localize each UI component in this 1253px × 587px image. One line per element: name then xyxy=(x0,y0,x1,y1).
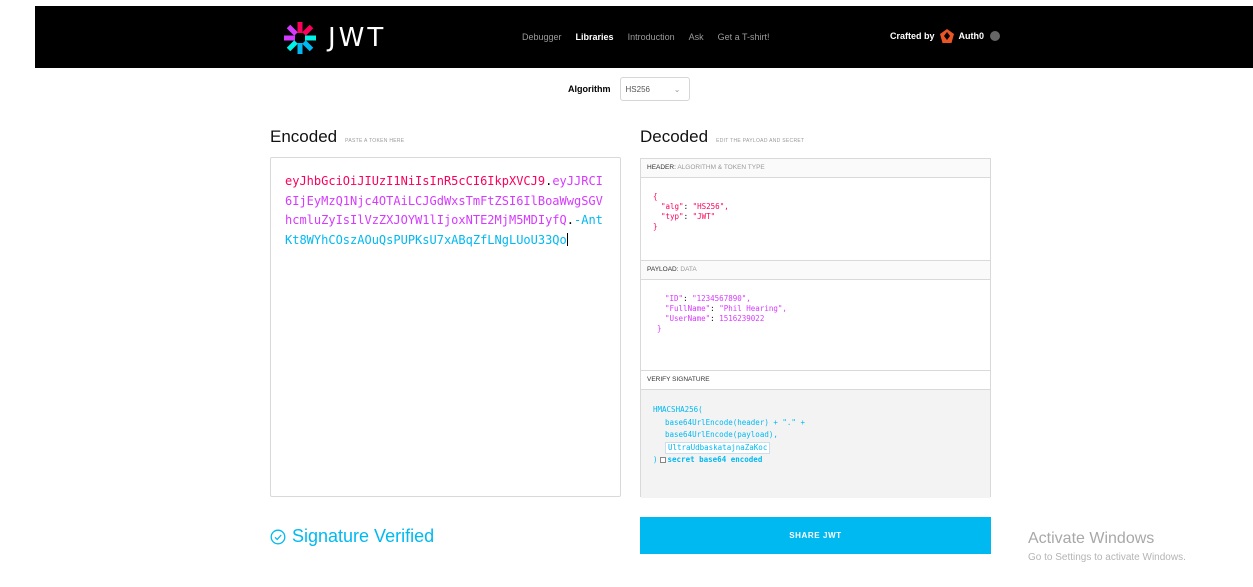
signature-status: Signature Verified xyxy=(270,526,434,547)
share-jwt-button[interactable]: SHARE JWT xyxy=(640,517,991,554)
nav-item-get-a-tshirt[interactable]: Get a T-shirt! xyxy=(718,32,770,42)
json-key: "ID" xyxy=(665,294,684,303)
encoded-section-title: Encoded PASTE A TOKEN HERE xyxy=(270,127,404,147)
json-open-brace: { xyxy=(653,192,658,201)
decoded-title: Decoded xyxy=(640,127,709,146)
encoded-subtitle: PASTE A TOKEN HERE xyxy=(345,138,405,144)
check-circle-icon xyxy=(270,529,286,544)
verify-panel-title: VERIFY SIGNATURE xyxy=(641,371,990,390)
auth0-logo-icon xyxy=(939,29,954,43)
decoded-subtitle: EDIT THE PAYLOAD AND SECRET xyxy=(716,138,805,144)
json-key: "FullName" xyxy=(665,304,711,313)
chevron-down-icon: ⌄ xyxy=(673,84,681,94)
info-icon[interactable] xyxy=(990,31,1001,41)
payload-panel-sublabel: DATA xyxy=(680,266,697,273)
json-key: "UserName" xyxy=(665,314,711,323)
decoded-panel: HEADER: ALGORITHM & TOKEN TYPE { "alg": … xyxy=(640,158,991,498)
nav-item-libraries[interactable]: Libraries xyxy=(576,32,614,42)
verify-line-payload: base64UrlEncode(payload), xyxy=(665,430,778,439)
verify-close-paren: ) xyxy=(653,455,658,464)
payload-panel-label: PAYLOAD: xyxy=(647,266,679,273)
encoded-title: Encoded xyxy=(270,127,338,146)
nav-item-ask[interactable]: Ask xyxy=(689,32,704,42)
json-close-brace: } xyxy=(657,324,662,333)
algorithm-label: Algorithm xyxy=(568,84,611,94)
decoded-section-title: Decoded EDIT THE PAYLOAD AND SECRET xyxy=(640,127,804,147)
secret-base64-checkbox[interactable] xyxy=(659,457,666,463)
nav-item-debugger[interactable]: Debugger xyxy=(522,32,562,42)
json-key: "alg" xyxy=(661,202,684,211)
windows-activation-watermark: Activate Windows Go to Settings to activ… xyxy=(1028,530,1186,563)
watermark-subtitle: Go to Settings to activate Windows. xyxy=(1028,552,1186,563)
header-panel-sublabel: ALGORITHM & TOKEN TYPE xyxy=(677,164,765,171)
json-value: "JWT" xyxy=(692,212,716,221)
crafted-by[interactable]: Crafted by Auth0 xyxy=(890,28,1001,44)
text-cursor xyxy=(566,232,568,246)
algorithm-selected-value: HS256 xyxy=(625,84,650,94)
json-value: "Phil Hearing", xyxy=(719,304,787,313)
verify-line-hmac: HMACSHA256( xyxy=(653,405,703,414)
json-value: "HS256", xyxy=(692,202,729,211)
token-dot: . xyxy=(566,213,574,227)
main-nav: Debugger Libraries Introduction Ask Get … xyxy=(522,32,783,42)
top-navigation-bar: JWT Debugger Libraries Introduction Ask … xyxy=(35,6,1253,68)
encoded-token-input[interactable]: eyJhbGciOiJIUzI1NiIsInR5cCI6IkpXVCJ9.eyJ… xyxy=(270,157,621,497)
token-header-part: eyJhbGciOiJIUzI1NiIsInR5cCI6IkpXVCJ9 xyxy=(285,174,546,188)
json-key: "typ" xyxy=(661,212,684,221)
verify-panel-label: VERIFY SIGNATURE xyxy=(647,376,710,383)
watermark-title: Activate Windows xyxy=(1028,530,1155,547)
header-panel-label: HEADER: xyxy=(647,164,676,171)
json-value: "1234567890", xyxy=(692,294,751,303)
brand-name: JWT xyxy=(328,23,387,53)
secret-base64-label: secret base64 encoded xyxy=(667,455,763,464)
jwt-star-icon xyxy=(284,22,316,54)
header-json-editor[interactable]: { "alg": "HS256", "typ": "JWT" } xyxy=(641,178,990,261)
signature-status-text: Signature Verified xyxy=(292,526,435,546)
payload-json-editor[interactable]: "ID": "1234567890", "FullName": "Phil He… xyxy=(641,280,990,371)
secret-input[interactable]: UltraUdbaskatajnaZaKoc xyxy=(665,441,771,454)
json-close-brace: } xyxy=(653,222,658,231)
algorithm-selector: Algorithm HS256 ⌄ xyxy=(568,77,690,101)
nav-item-introduction[interactable]: Introduction xyxy=(628,32,675,42)
verify-line-header: base64UrlEncode(header) + "." + xyxy=(665,417,805,427)
jwt-logo[interactable]: JWT xyxy=(282,20,422,56)
json-value: 1516239022 xyxy=(719,314,765,323)
auth0-brand: Auth0 xyxy=(958,31,985,41)
verify-signature-body: HMACSHA256( base64UrlEncode(header) + ".… xyxy=(641,390,990,498)
payload-panel-title: PAYLOAD: DATA xyxy=(641,261,990,280)
algorithm-select[interactable]: HS256 ⌄ xyxy=(619,77,690,101)
crafted-by-label: Crafted by xyxy=(890,31,935,41)
header-panel-title: HEADER: ALGORITHM & TOKEN TYPE xyxy=(641,159,990,178)
